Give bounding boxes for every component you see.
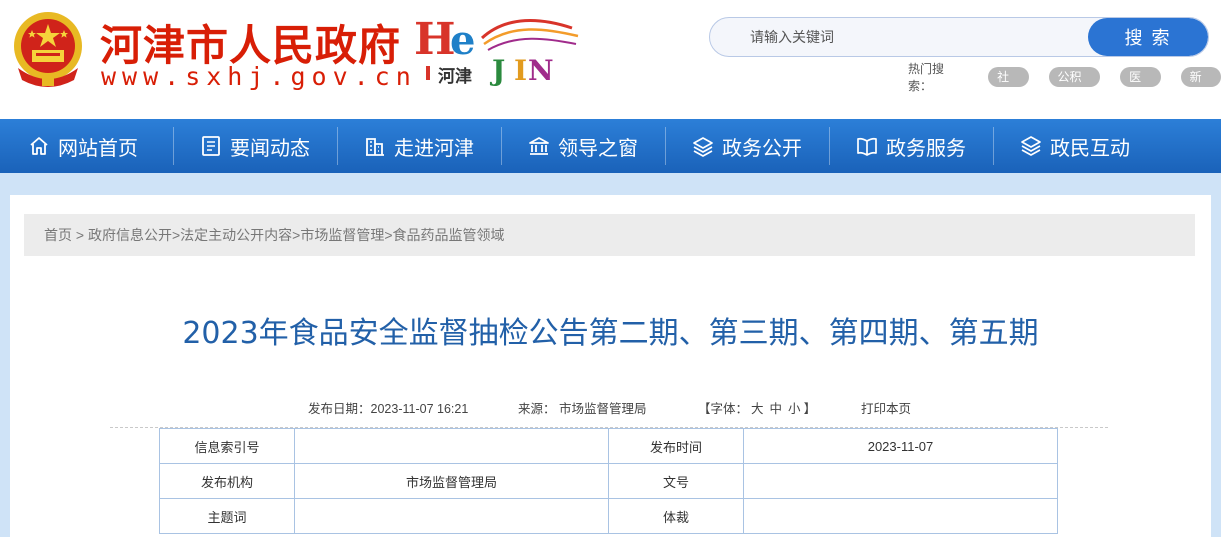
table-row: 主题词 体裁 — [159, 498, 1058, 534]
table-cell-value: 2023-11-07 — [743, 428, 1058, 464]
nav-label: 政务服务 — [886, 135, 966, 160]
font-size-label-close: 】 — [803, 402, 817, 416]
hot-tag-shebao[interactable]: 社保 — [988, 67, 1029, 104]
hot-tag-gongjijin[interactable]: 公积金 — [1048, 67, 1101, 104]
nav-item-gov-service[interactable]: 政务服务 — [829, 119, 993, 173]
breadcrumb-food-drug[interactable]: 食品药品监管领域 — [393, 227, 505, 243]
table-row: 信息索引号 发布时间 2023-11-07 — [159, 428, 1058, 464]
nav-label: 政民互动 — [1050, 135, 1130, 160]
site-header: 河津市人民政府 www.sxhj.gov.cn H e J I N 河津 搜 索… — [0, 0, 1221, 119]
breadcrumb-home[interactable]: 首页 — [44, 227, 72, 243]
nav-label: 领导之窗 — [558, 135, 638, 160]
font-size-large[interactable]: 大 — [751, 402, 764, 416]
font-size-switcher: 【字体：大中小】 — [698, 398, 816, 417]
government-hall-icon — [528, 135, 550, 157]
publish-date: 发布日期：2023-11-07 16:21 — [308, 398, 468, 417]
source-value: 市场监督管理局 — [559, 402, 647, 416]
font-size-label-open: 【字体： — [698, 402, 749, 416]
nav-label: 政务公开 — [722, 135, 802, 160]
table-cell-value — [743, 498, 1058, 534]
publish-date-label: 发布日期： — [308, 402, 371, 416]
hot-tag-yiliao[interactable]: 医疗 — [1120, 67, 1161, 104]
svg-text:J: J — [489, 54, 505, 87]
table-cell-label: 体裁 — [608, 498, 744, 534]
home-icon — [28, 135, 50, 157]
nav-label: 网站首页 — [58, 135, 138, 160]
table-cell-value: 市场监督管理局 — [294, 463, 609, 499]
table-cell-label: 主题词 — [159, 498, 295, 534]
svg-text:I: I — [514, 54, 527, 87]
search-box: 搜 索 — [709, 17, 1209, 57]
building-icon — [364, 135, 386, 157]
breadcrumb-separator: > — [72, 227, 88, 243]
hot-search: 热门搜索： 社保 公积金 医疗 新闻 — [908, 62, 1221, 104]
publish-date-value: 2023-11-07 16:21 — [370, 402, 469, 416]
national-emblem-icon — [14, 12, 82, 87]
source-label: 来源： — [518, 402, 556, 416]
breadcrumb-legal-content[interactable]: 法定主动公开内容 — [180, 227, 292, 243]
nav-item-interaction[interactable]: 政民互动 — [993, 119, 1157, 173]
font-size-medium[interactable]: 中 — [770, 402, 783, 416]
nav-label: 走进河津 — [394, 135, 474, 160]
table-cell-value — [294, 498, 609, 534]
stack-icon — [1020, 135, 1042, 157]
table-cell-label: 信息索引号 — [159, 428, 295, 464]
nav-item-home[interactable]: 网站首页 — [0, 119, 173, 173]
nav-label: 要闻动态 — [230, 135, 310, 160]
hot-tag-xinwen[interactable]: 新闻 — [1180, 67, 1221, 104]
layers-icon — [692, 135, 714, 157]
hejin-logo-text: 河津 — [438, 67, 472, 87]
breadcrumb-separator: > — [384, 227, 393, 243]
breadcrumb-gov-info[interactable]: 政府信息公开 — [88, 227, 172, 243]
print-page-link[interactable]: 打印本页 — [861, 398, 911, 417]
breadcrumb-market-supervision[interactable]: 市场监督管理 — [300, 227, 384, 243]
main-nav: 网站首页 要闻动态 走进河津 领导之窗 政务公开 政务服务 政民互动 — [0, 119, 1221, 173]
hot-search-label: 热门搜索： — [908, 62, 945, 93]
book-icon — [856, 135, 878, 157]
table-row: 发布机构 市场监督管理局 文号 — [159, 463, 1058, 499]
info-table: 信息索引号 发布时间 2023-11-07 发布机构 市场监督管理局 文号 主题… — [159, 428, 1058, 534]
nav-item-news[interactable]: 要闻动态 — [173, 119, 337, 173]
breadcrumb-separator: > — [171, 227, 181, 243]
svg-text:e: e — [450, 17, 475, 64]
table-cell-label: 文号 — [608, 463, 744, 499]
article-source: 来源： 市场监督管理局 — [518, 398, 647, 417]
font-size-small[interactable]: 小 — [788, 402, 801, 416]
table-cell-label: 发布机构 — [159, 463, 295, 499]
site-url: www.sxhj.gov.cn — [101, 62, 417, 91]
table-cell-value — [294, 428, 609, 464]
nav-item-about-hejin[interactable]: 走进河津 — [337, 119, 501, 173]
nav-item-gov-open[interactable]: 政务公开 — [665, 119, 829, 173]
article-meta: 发布日期：2023-11-07 16:21 来源： 市场监督管理局 【字体：大中… — [0, 398, 1221, 416]
nav-item-leaders[interactable]: 领导之窗 — [501, 119, 665, 173]
breadcrumb: 首页 > 政府信息公开>法定主动公开内容>市场监督管理>食品药品监管领域 — [24, 214, 1195, 256]
news-icon — [200, 135, 222, 157]
svg-text:N: N — [528, 54, 554, 87]
article-title: 2023年食品安全监督抽检公告第二期、第三期、第四期、第五期 — [182, 316, 1039, 351]
table-cell-label: 发布时间 — [608, 428, 744, 464]
search-input[interactable] — [710, 18, 1090, 56]
table-cell-value — [743, 463, 1058, 499]
search-button[interactable]: 搜 索 — [1088, 18, 1208, 56]
